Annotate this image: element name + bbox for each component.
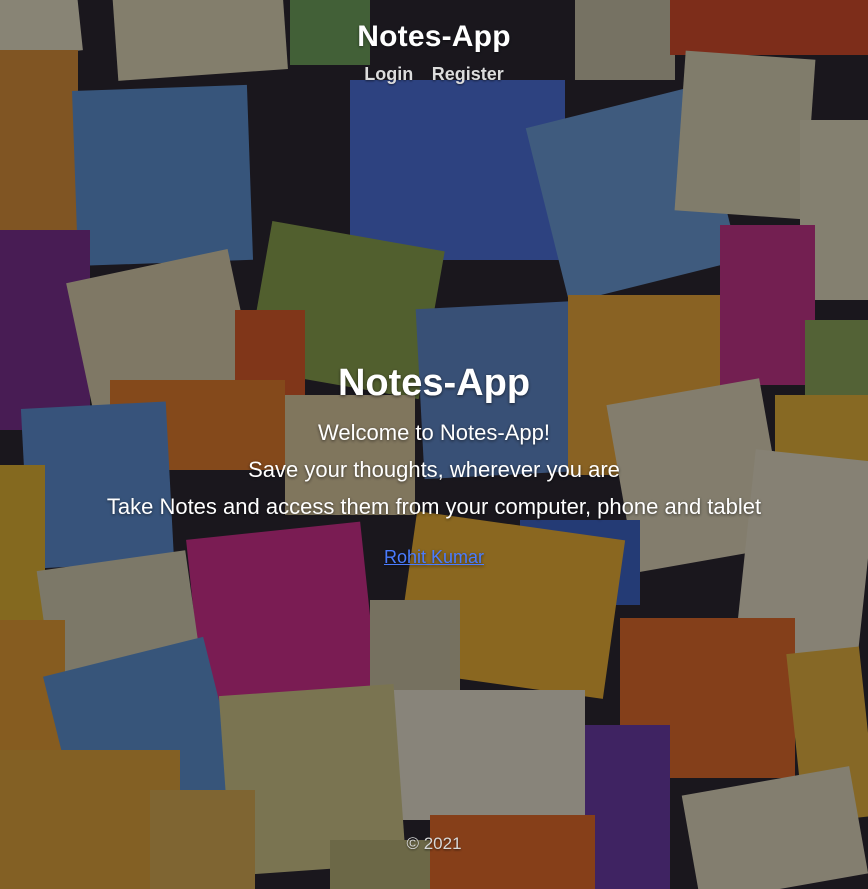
register-link[interactable]: Register — [432, 64, 504, 85]
hero-section: Notes-App Welcome to Notes-App! Save you… — [0, 358, 868, 568]
hero-welcome-line: Welcome to Notes-App! — [318, 420, 550, 445]
hero-title: Notes-App — [337, 362, 531, 404]
login-link[interactable]: Login — [364, 64, 413, 85]
footer-copyright: © 2021 — [406, 834, 462, 853]
hero-tagline-line: Save your thoughts, wherever you are — [248, 457, 620, 482]
author-link[interactable]: Rohit Kumar — [384, 547, 484, 568]
brand-title[interactable]: Notes-App — [0, 20, 868, 54]
hero-description-line: Take Notes and access them from your com… — [106, 494, 762, 519]
top-nav: Login Register — [0, 64, 868, 85]
page: Notes-App Login Register Notes-App Welco… — [0, 0, 868, 889]
